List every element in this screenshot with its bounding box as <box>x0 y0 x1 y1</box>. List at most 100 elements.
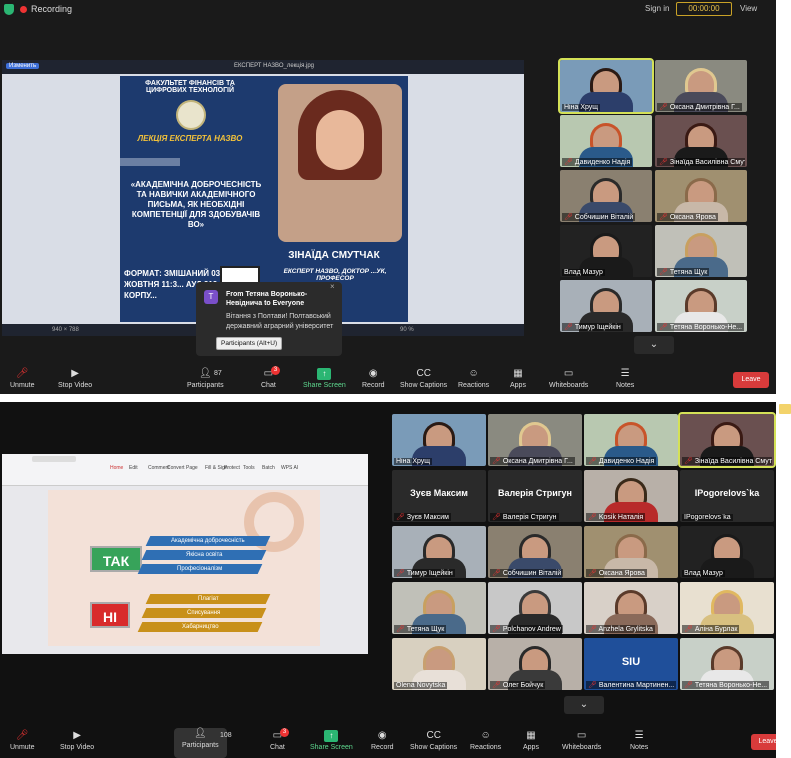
leave-button[interactable]: Leave <box>733 372 769 388</box>
participant-tile[interactable]: 🎤︎ Давиденко Надія <box>584 414 678 466</box>
captions-button[interactable]: CC Show Captions <box>400 368 447 389</box>
participant-tile[interactable]: 🎤︎ Оксана Ярова <box>584 526 678 578</box>
chat-button[interactable]: ▭ Chat 3 <box>270 728 289 751</box>
zoom-level[interactable]: 90 % <box>400 327 414 333</box>
participant-tile[interactable]: 🎤︎ Аліна Бурлак <box>680 582 774 634</box>
share-screen-button[interactable]: ↑ Share Screen <box>310 730 353 751</box>
view-button[interactable]: View <box>740 4 757 13</box>
participant-tile[interactable]: SIU 🎤︎ Валентина Мартинен... <box>584 638 678 690</box>
record-button[interactable]: ◉ Record <box>362 368 385 389</box>
mic-muted-icon: 🎤︎ <box>588 682 599 689</box>
participant-tile[interactable]: Влад Мазур <box>560 225 652 277</box>
close-icon[interactable]: × <box>330 282 335 291</box>
participant-tile[interactable]: 🎤︎ Anzhela Grylitska <box>584 582 678 634</box>
mic-muted-icon: 🎤︎ <box>659 159 670 166</box>
reactions-button[interactable]: ☺ Reactions <box>470 730 501 751</box>
participant-tile[interactable]: Ніна Хрущ <box>392 414 486 466</box>
chat-button[interactable]: ▭ Chat 3 <box>261 366 280 389</box>
participant-tile[interactable]: 🎤︎ Оксана Дмитрівна Г... <box>488 414 582 466</box>
stop-video-label: Stop Video <box>58 382 93 389</box>
unmute-button[interactable]: 🎤︎ Unmute <box>10 368 35 389</box>
unmute-button[interactable]: 🎤︎ Unmute <box>10 730 35 751</box>
apps-button[interactable]: ▦ Apps <box>510 368 526 389</box>
participant-name-text: Тетяна Щук <box>406 626 445 633</box>
document-tab[interactable] <box>32 456 76 462</box>
participant-name: 🎤︎ Оксана Ярова <box>657 213 718 221</box>
pdf-menu-item[interactable]: Convert <box>167 465 185 471</box>
zoom-window-top: Recording Sign in 00:00:00 View Изменить… <box>0 0 776 394</box>
pdf-menu-item[interactable]: WPS AI <box>281 465 298 471</box>
recording-indicator[interactable]: Recording <box>20 4 72 14</box>
participant-name: 🎤︎ Тимур Іщейкін <box>562 323 623 331</box>
notes-button[interactable]: ☰ Notes <box>616 368 634 389</box>
edit-button[interactable]: Изменить <box>6 63 40 69</box>
gallery-down-chevron-icon[interactable]: ⌄ <box>634 336 674 354</box>
whiteboards-button[interactable]: ▭ Whiteboards <box>562 730 601 751</box>
participant-tile[interactable]: 🎤︎ Олег Бойчук <box>488 638 582 690</box>
participant-tile[interactable]: Ніна Хрущ <box>558 58 654 114</box>
participant-tile[interactable]: 🎤︎ Тетяна Щук <box>392 582 486 634</box>
gallery-down-chevron-icon[interactable]: ⌄ <box>564 696 604 714</box>
pdf-menu-item[interactable]: Batch <box>262 465 275 471</box>
pdf-menu-item[interactable]: Edit <box>129 465 138 471</box>
participant-name-text: Валерія Стригун <box>502 514 557 521</box>
share-screen-button[interactable]: ↑ Share Screen <box>303 368 346 389</box>
participants-icon: 👤︎ <box>198 368 212 379</box>
participant-tile[interactable]: IPogorelovs`ka IPogorelovs`ka <box>680 470 774 522</box>
participant-tile[interactable]: 🎤︎ Тимур Іщейкін <box>560 280 652 332</box>
pdf-menu-item[interactable]: Home <box>110 465 123 471</box>
participant-tile[interactable]: 🎤︎ Тетяна Щук <box>655 225 747 277</box>
apps-label: Apps <box>523 744 539 751</box>
participant-tile[interactable]: 🎤︎ Тетяна Воронько-Не... <box>680 638 774 690</box>
mic-muted-icon: 🎤︎ <box>15 368 29 379</box>
participant-tile[interactable]: 🎤︎ Зінаїда Василівна Смутч... <box>655 115 747 167</box>
folder-icon[interactable] <box>779 404 791 414</box>
participant-tile[interactable]: 🎤︎ Собчишин Віталій <box>560 170 652 222</box>
participant-tile[interactable]: 🎤︎ Тимур Іщейкін <box>392 526 486 578</box>
participant-tile[interactable]: 🎤︎ Давиденко Надія <box>560 115 652 167</box>
participant-tile[interactable]: 🎤︎ Оксана Ярова <box>655 170 747 222</box>
participant-tile[interactable]: 🎤︎ Оксана Дмитрівна Г... <box>655 60 747 112</box>
mic-muted-icon: 🎤︎ <box>15 730 29 741</box>
pdf-menu-item[interactable]: Page <box>186 465 198 471</box>
apps-button[interactable]: ▦ Apps <box>523 730 539 751</box>
captions-label: Show Captions <box>400 382 448 389</box>
participant-name-text: Polchanov Andrew <box>502 626 561 633</box>
meeting-toolbar: 🎤︎ Unmute ▶ Stop Video 👤︎ Participants 87 ▭… <box>0 364 776 394</box>
mic-muted-icon: 🎤︎ <box>659 104 670 111</box>
tak-item-2-text: Якісна освіта <box>185 552 223 558</box>
participant-name: Влад Мазур <box>562 269 605 276</box>
pdf-menu-item[interactable]: Tools <box>243 465 255 471</box>
tak-item-2: Якісна освіта <box>141 550 267 560</box>
poster-faculty: ФАКУЛЬТЕТ ФІНАНСІВ ТА ЦИФРОВИХ ТЕХНОЛОГІ… <box>145 80 235 94</box>
participant-name: Влад Мазур <box>682 570 725 577</box>
participant-tile[interactable]: 🎤︎ Kosik Наталія <box>584 470 678 522</box>
participant-tile[interactable]: 🎤︎ Polchanov Andrew <box>488 582 582 634</box>
chat-badge: 3 <box>280 728 289 737</box>
captions-button[interactable]: CC Show Captions <box>410 730 457 751</box>
participants-button[interactable]: 👤︎ Participants <box>174 728 227 758</box>
stop-video-button[interactable]: ▶ Stop Video <box>58 368 92 389</box>
security-shield-icon[interactable] <box>4 4 14 15</box>
participant-tile[interactable]: 🎤︎ Собчишин Віталій <box>488 526 582 578</box>
reactions-button[interactable]: ☺ Reactions <box>458 368 489 389</box>
participant-tile[interactable]: Валерія Стригун 🎤︎ Валерія Стригун <box>488 470 582 522</box>
image-viewer-toolbar: Изменить ЕКСПЕРТ НАЗВО_лекція.jpg <box>2 60 524 74</box>
participant-tile[interactable]: Влад Мазур <box>680 526 774 578</box>
participant-tile[interactable]: Зуєв Максим 🎤︎ Зуєв Максим <box>392 470 486 522</box>
sign-in-link[interactable]: Sign in <box>645 4 669 13</box>
participant-name: Olena Novytska <box>394 682 448 689</box>
pdf-menu-item[interactable]: Protect <box>224 465 240 471</box>
whiteboards-button[interactable]: ▭ Whiteboards <box>549 368 588 389</box>
notes-button[interactable]: ☰ Notes <box>630 730 648 751</box>
top-bar: Recording Sign in 00:00:00 View <box>0 0 776 20</box>
participant-tile[interactable]: 🎤︎ Тетяна Воронько-Не... <box>655 280 747 332</box>
participant-tile[interactable]: Olena Novytska <box>392 638 486 690</box>
tak-item-1-text: Академічна доброчесність <box>171 538 245 544</box>
participant-name: 🎤︎ Тимур Іщейкін <box>394 569 455 577</box>
stop-video-button[interactable]: ▶ Stop Video <box>60 730 94 751</box>
reactions-icon: ☺ <box>468 368 479 379</box>
leave-button[interactable]: Leave <box>751 734 776 750</box>
record-button[interactable]: ◉ Record <box>371 730 394 751</box>
participant-tile[interactable]: 🎤︎ Зінаїда Василівна Смутч... <box>678 412 776 468</box>
